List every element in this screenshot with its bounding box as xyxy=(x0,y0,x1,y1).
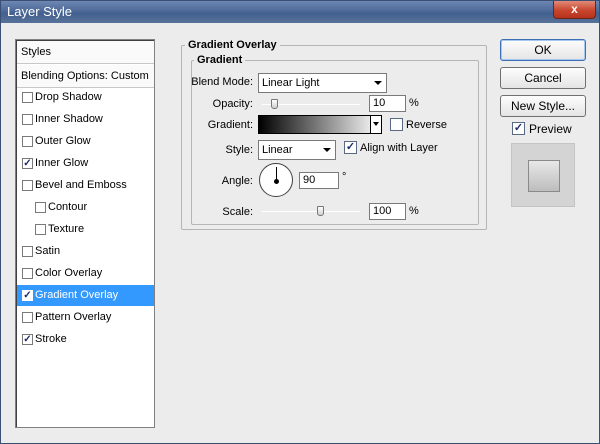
chevron-down-icon xyxy=(374,81,382,85)
gradient-dropdown-arrow-icon[interactable] xyxy=(370,116,381,133)
style-item-contour[interactable]: Contour xyxy=(17,197,154,218)
reverse-label: Reverse xyxy=(406,119,447,131)
style-item-checkbox[interactable] xyxy=(22,180,33,191)
style-item-label: Satin xyxy=(35,245,61,257)
style-item-label: Bevel and Emboss xyxy=(35,179,127,191)
style-item-texture[interactable]: Texture xyxy=(17,219,154,240)
preview-checkbox[interactable]: ✓ xyxy=(512,122,525,135)
angle-dial-center xyxy=(274,179,279,184)
style-item-checkbox[interactable] xyxy=(22,92,33,103)
style-item-checkbox[interactable]: ✓ xyxy=(22,334,33,345)
style-label: Style: xyxy=(225,144,253,156)
gradient-picker[interactable] xyxy=(258,115,382,134)
style-item-label: Stroke xyxy=(35,333,67,345)
ok-button[interactable]: OK xyxy=(500,39,586,61)
style-item-drop-shadow[interactable]: Drop Shadow xyxy=(17,87,154,108)
gradient-label: Gradient: xyxy=(207,119,253,131)
close-button[interactable]: x xyxy=(553,1,596,19)
style-value: Linear xyxy=(262,144,293,156)
scale-slider-thumb[interactable] xyxy=(316,206,324,216)
preview-label: Preview xyxy=(529,122,572,136)
blend-mode-select[interactable]: Linear Light xyxy=(258,73,387,93)
angle-dial[interactable] xyxy=(259,163,293,197)
layer-style-dialog: Layer Style x Styles Blending Options: C… xyxy=(0,0,600,444)
style-item-color-overlay[interactable]: Color Overlay xyxy=(17,263,154,284)
style-item-pattern-overlay[interactable]: Pattern Overlay xyxy=(17,307,154,328)
style-item-satin[interactable]: Satin xyxy=(17,241,154,262)
style-item-stroke[interactable]: ✓ Stroke xyxy=(17,329,154,350)
style-item-label: Gradient Overlay xyxy=(35,289,119,301)
gradient-subgroup-title: Gradient xyxy=(194,54,246,66)
scale-slider[interactable] xyxy=(262,206,360,216)
style-item-checkbox[interactable] xyxy=(35,224,46,235)
style-select[interactable]: Linear xyxy=(258,140,336,160)
style-item-checkbox[interactable]: ✓ xyxy=(22,290,33,301)
blend-mode-value: Linear Light xyxy=(262,77,320,89)
style-item-inner-shadow[interactable]: Inner Shadow xyxy=(17,109,154,130)
style-item-label: Drop Shadow xyxy=(35,91,102,103)
blend-mode-label: Blend Mode: xyxy=(191,76,253,88)
preview-swatch xyxy=(528,160,560,192)
angle-unit: ° xyxy=(342,171,347,183)
title-bar[interactable]: Layer Style x xyxy=(1,1,599,23)
style-item-checkbox[interactable] xyxy=(22,312,33,323)
style-item-label: Color Overlay xyxy=(35,267,103,279)
opacity-label: Opacity: xyxy=(212,98,253,110)
window-title: Layer Style xyxy=(7,4,73,19)
reverse-checkbox[interactable] xyxy=(390,118,403,131)
opacity-slider[interactable] xyxy=(262,99,360,109)
scale-unit: % xyxy=(409,205,419,217)
style-item-label: Pattern Overlay xyxy=(35,311,112,323)
scale-label: Scale: xyxy=(222,206,253,218)
style-item-label: Inner Shadow xyxy=(35,113,103,125)
opacity-unit: % xyxy=(409,97,419,109)
angle-input[interactable]: 90 xyxy=(299,172,339,189)
style-item-label: Inner Glow xyxy=(35,157,89,169)
angle-label: Angle: xyxy=(221,175,253,187)
opacity-input[interactable]: 10 xyxy=(369,95,406,112)
new-style-button[interactable]: New Style... xyxy=(500,95,586,117)
style-item-checkbox[interactable] xyxy=(22,114,33,125)
align-with-layer-checkbox[interactable]: ✓ xyxy=(344,141,357,154)
style-item-checkbox[interactable] xyxy=(22,268,33,279)
style-item-label: Texture xyxy=(48,223,85,235)
styles-list: Styles Blending Options: Custom Drop Sha… xyxy=(15,39,155,428)
blending-options-item[interactable]: Blending Options: Custom xyxy=(17,65,154,88)
scale-input[interactable]: 100 xyxy=(369,203,406,220)
style-item-checkbox[interactable] xyxy=(35,202,46,213)
close-icon: x xyxy=(571,2,578,16)
style-item-inner-glow[interactable]: ✓ Inner Glow xyxy=(17,153,154,174)
style-item-outer-glow[interactable]: Outer Glow xyxy=(17,131,154,152)
style-item-label: Outer Glow xyxy=(35,135,91,147)
style-item-checkbox[interactable]: ✓ xyxy=(22,158,33,169)
style-item-checkbox[interactable] xyxy=(22,136,33,147)
opacity-slider-thumb[interactable] xyxy=(271,99,279,109)
style-item-checkbox[interactable] xyxy=(22,246,33,257)
style-item-bevel-and-emboss[interactable]: Bevel and Emboss xyxy=(17,175,154,196)
align-with-layer-label: Align with Layer xyxy=(360,142,438,154)
style-item-gradient-overlay[interactable]: ✓ Gradient Overlay xyxy=(17,285,154,306)
preview-thumbnail xyxy=(511,143,575,207)
chevron-down-icon xyxy=(323,148,331,152)
style-item-label: Contour xyxy=(48,201,88,213)
gradient-overlay-title: Gradient Overlay xyxy=(185,39,280,51)
styles-header[interactable]: Styles xyxy=(17,41,154,64)
cancel-button[interactable]: Cancel xyxy=(500,67,586,89)
